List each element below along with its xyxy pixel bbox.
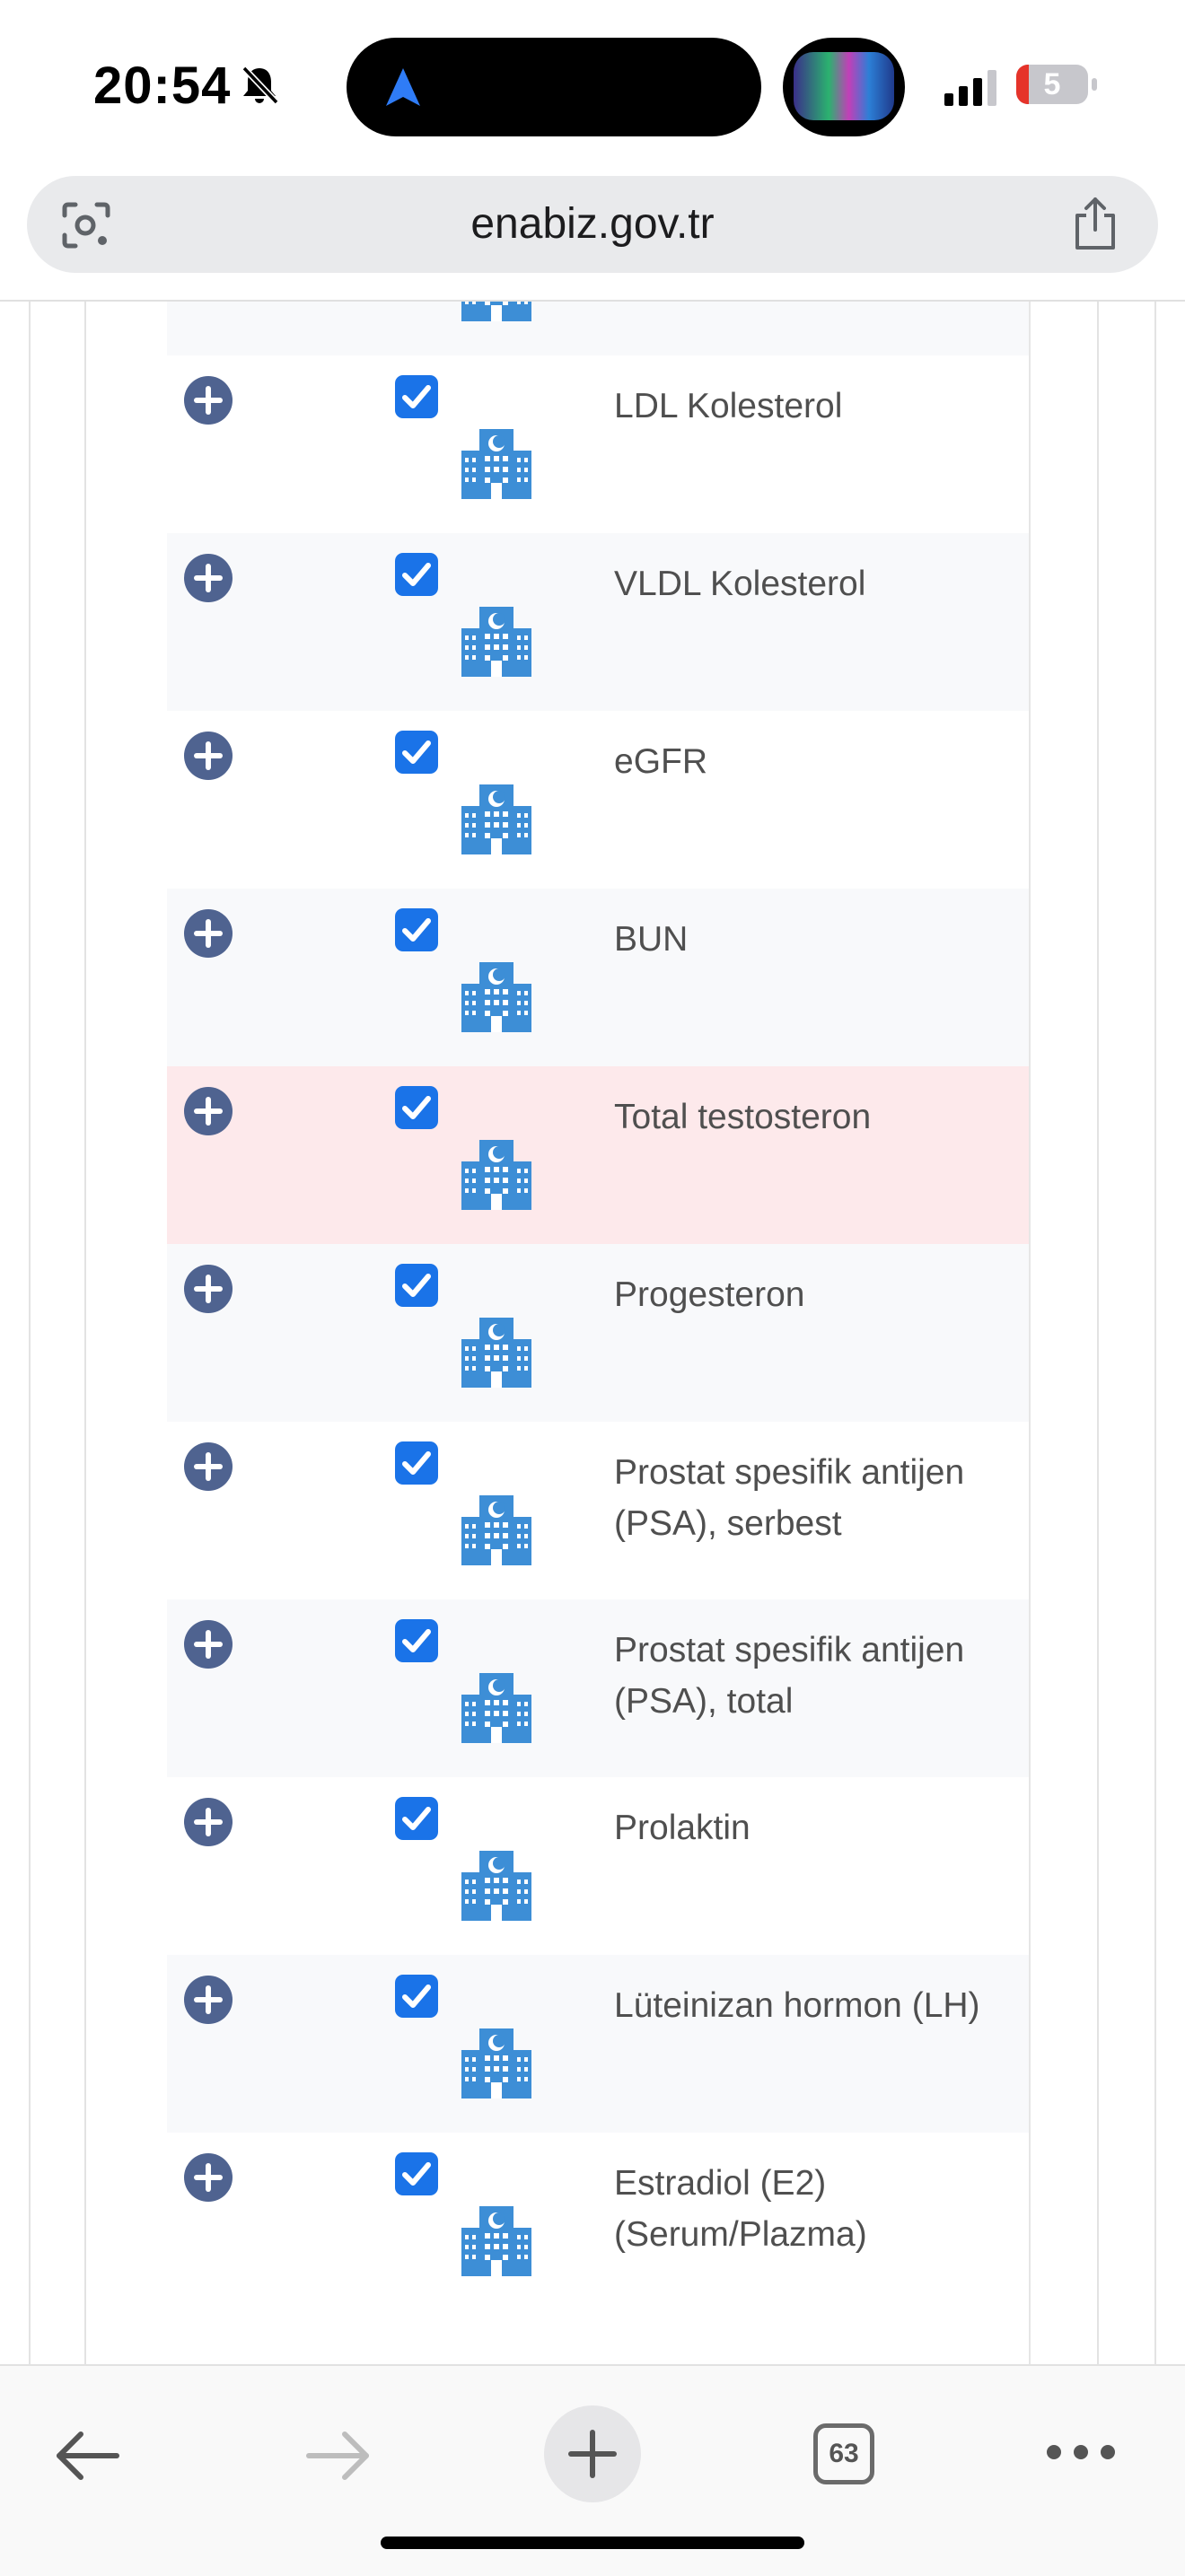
test-results-table: Serbest PSA/Total PSA (167, 302, 1029, 2310)
battery-indicator: 5 (1016, 65, 1099, 106)
expand-plus-icon[interactable] (183, 1797, 233, 1847)
expand-plus-icon[interactable] (183, 1975, 233, 2025)
row-checkbox[interactable] (395, 731, 438, 774)
page-frame-right (1154, 302, 1156, 2364)
hospital-icon (461, 2028, 531, 2098)
checkmark-icon (402, 1629, 431, 1652)
row-checkbox[interactable] (395, 1086, 438, 1129)
live-activity-thumbnail (794, 52, 894, 120)
test-name: Prolaktin (614, 1809, 750, 1847)
hospital-icon (461, 1140, 531, 1210)
url-text[interactable]: enabiz.gov.tr (27, 176, 1158, 273)
plus-icon (568, 2430, 617, 2478)
back-arrow-icon[interactable] (54, 2429, 120, 2483)
expand-plus-icon[interactable] (183, 375, 233, 425)
expand-plus-icon[interactable] (183, 1619, 233, 1669)
table-row: Prostat spesifik antijen (PSA), total (167, 1599, 1029, 1777)
table-row: Prolaktin (167, 1777, 1029, 1955)
card-frame-right (1097, 302, 1099, 2364)
expand-plus-icon[interactable] (183, 553, 233, 603)
home-indicator[interactable] (381, 2537, 804, 2549)
table-row: LDL Kolesterol (167, 355, 1029, 533)
more-options-icon[interactable] (1045, 2441, 1117, 2463)
table-row: Lüteinizan hormon (LH) (167, 1955, 1029, 2133)
checkmark-icon (402, 2162, 431, 2186)
expand-plus-icon[interactable] (183, 2152, 233, 2203)
table-row: Total testosteron (167, 1066, 1029, 1244)
test-name: eGFR (614, 742, 708, 781)
checkmark-icon (402, 740, 431, 764)
row-checkbox[interactable] (395, 553, 438, 596)
test-name: Prostat spesifik antijen (PSA), total (614, 1631, 965, 1721)
test-name: LDL Kolesterol (614, 387, 843, 425)
checkmark-icon (402, 1985, 431, 2008)
battery-level: 5 (1043, 67, 1061, 101)
new-tab-button[interactable] (544, 2405, 641, 2502)
row-checkbox[interactable] (395, 1264, 438, 1307)
test-name: Prostat spesifik antijen (PSA), serbest (614, 1453, 965, 1543)
page-frame-left (29, 302, 31, 2364)
table-row: VLDL Kolesterol (167, 533, 1029, 711)
checkmark-icon (402, 385, 431, 408)
expand-plus-icon[interactable] (183, 731, 233, 781)
hospital-icon (461, 2206, 531, 2276)
row-checkbox[interactable] (395, 2152, 438, 2195)
card-frame-left (84, 302, 86, 2364)
table-row: Estradiol (E2) (Serum/Plazma) (167, 2133, 1029, 2310)
table-row: Prostat spesifik antijen (PSA), serbest (167, 1422, 1029, 1599)
row-checkbox[interactable] (395, 1441, 438, 1485)
test-name: BUN (614, 920, 689, 959)
checkmark-icon (402, 918, 431, 942)
status-bar: 20:54 5 (0, 0, 1185, 171)
expand-plus-icon[interactable] (183, 1441, 233, 1492)
share-icon[interactable] (1068, 196, 1122, 251)
navigation-arrow-icon (386, 68, 420, 106)
hospital-icon (461, 302, 531, 321)
hospital-icon (461, 962, 531, 1032)
test-name: VLDL Kolesterol (614, 565, 866, 603)
clock: 20:54 (93, 57, 232, 115)
hospital-icon (461, 1318, 531, 1388)
row-checkbox[interactable] (395, 1975, 438, 2018)
row-checkbox[interactable] (395, 1619, 438, 1662)
checkmark-icon (402, 1451, 431, 1475)
row-checkbox[interactable] (395, 908, 438, 951)
address-bar[interactable]: enabiz.gov.tr (27, 176, 1158, 273)
table-row: Progesteron (167, 1244, 1029, 1422)
table-row: eGFR (167, 711, 1029, 889)
cellular-signal-icon (944, 70, 996, 106)
row-checkbox[interactable] (395, 375, 438, 418)
table-border-right (1029, 302, 1031, 2364)
hospital-icon (461, 1851, 531, 1921)
checkmark-icon (402, 1807, 431, 1830)
hospital-icon (461, 429, 531, 499)
test-name: Progesteron (614, 1275, 805, 1314)
checkmark-icon (402, 1096, 431, 1119)
table-row: BUN (167, 889, 1029, 1066)
table-row: Serbest PSA/Total PSA (167, 302, 1029, 355)
expand-plus-icon[interactable] (183, 908, 233, 959)
test-name: Estradiol (E2) (Serum/Plazma) (614, 2164, 867, 2254)
expand-plus-icon[interactable] (183, 1086, 233, 1136)
checkmark-icon (402, 1274, 431, 1297)
toolbar-divider (0, 300, 1185, 302)
expand-plus-icon[interactable] (183, 1264, 233, 1314)
test-name: Total testosteron (614, 1098, 872, 1136)
hospital-icon (461, 784, 531, 854)
hospital-icon (461, 1495, 531, 1565)
silent-bell-icon (241, 66, 279, 105)
forward-arrow-icon[interactable] (305, 2429, 372, 2483)
hospital-icon (461, 607, 531, 677)
row-checkbox[interactable] (395, 1797, 438, 1840)
hospital-icon (461, 1673, 531, 1743)
web-content[interactable]: Serbest PSA/Total PSA (0, 302, 1185, 2364)
tab-switcher-button[interactable]: 63 (813, 2423, 874, 2484)
test-name: Lüteinizan hormon (LH) (614, 1986, 980, 2025)
checkmark-icon (402, 563, 431, 586)
